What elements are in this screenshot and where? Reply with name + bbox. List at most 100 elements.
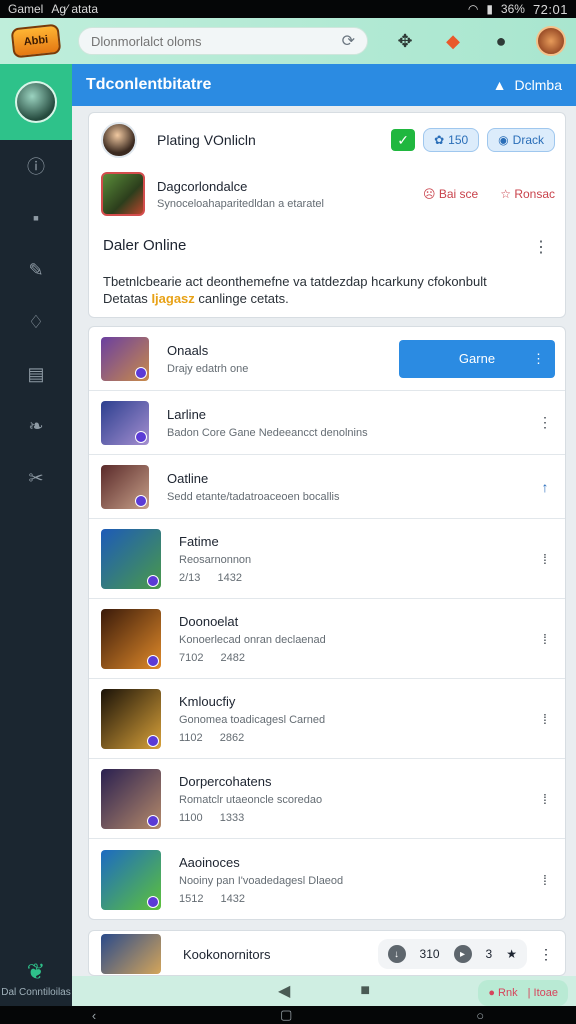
apple-icon[interactable]: ● (488, 28, 514, 54)
game-button[interactable]: Garne ⋮ (399, 339, 555, 378)
system-home-icon[interactable]: ▢ (280, 1007, 292, 1023)
library-icon[interactable]: ▤ (24, 362, 48, 386)
status-desc-prefix: Detatas (103, 291, 148, 306)
feather-icon[interactable]: ✎ (24, 258, 48, 282)
verified-badge (135, 366, 147, 379)
list-item-title: Doonoelat (179, 613, 239, 629)
list-item[interactable]: Kmloucfiy Gonomea toadicagesl Carned 110… (89, 679, 565, 759)
list-item[interactable]: Fatime Reosarnonnon 2/13 1432 ⁞ (89, 519, 565, 599)
pin-icon[interactable]: ↑ (535, 479, 555, 495)
game-button-label: Garne (458, 351, 496, 366)
more-icon[interactable]: ⁞ (535, 631, 555, 647)
shield-icon[interactable]: ◆ (440, 28, 466, 54)
controller-icon[interactable]: ✥ (392, 28, 418, 54)
list-item[interactable]: Dorpercohatens Romatclr utaeoncle scored… (89, 759, 565, 839)
search-input[interactable] (91, 33, 342, 49)
fab-left[interactable]: ● Rnk (488, 987, 517, 999)
points-pill[interactable]: ✿ 150 (423, 128, 480, 152)
clock: 72:01 (532, 1, 568, 17)
game-thumbnail (101, 768, 161, 829)
search-bar[interactable]: ⟳ (78, 27, 368, 55)
info-icon[interactable]: ⓘ (24, 154, 48, 178)
check-icon[interactable]: ✓ (391, 129, 416, 151)
star-icon[interactable]: ★ (506, 947, 517, 961)
user-avatar[interactable] (536, 26, 566, 56)
play-count: 3 (485, 947, 493, 961)
list-item-title: Onaals (167, 342, 209, 358)
list-item[interactable]: Doonoelat Konoerlecad onran declaenad 71… (89, 599, 565, 679)
person-icon: ▲ (492, 77, 507, 93)
tools-icon[interactable]: ✂ (24, 466, 48, 490)
player-row: Plating VOnlicln ✓ ✿ 150 ◉ Drack (101, 121, 555, 159)
fab-left-label: Rnk (498, 987, 518, 999)
fab-right[interactable]: | Itoae (528, 987, 558, 999)
more-icon[interactable]: ⋮ (533, 237, 549, 257)
play-icon[interactable]: ▸ (453, 945, 472, 963)
battery-label: 36% (500, 2, 525, 16)
list-item-stats: 1512 1432 (179, 893, 245, 905)
more-icon[interactable]: ⁞ (535, 551, 555, 567)
back-icon[interactable]: ◀ (278, 981, 290, 1001)
list-item-subtitle: Reosarnonnon (179, 553, 252, 566)
list-item-subtitle: Konoerlecad onran declaenad (179, 633, 326, 646)
track-icon: ◉ (498, 133, 509, 147)
points-value: 150 (448, 133, 469, 147)
list-item-title: Larline (167, 406, 207, 422)
gamepad-icon[interactable]: ♢ (24, 310, 48, 334)
raise-label: Bai sce (438, 187, 479, 201)
featured-game-title: Dagcorlondalce (157, 178, 248, 194)
player-name: Plating VOnlicln (157, 132, 256, 148)
list-item[interactable]: Aaoinoces Nooiny pan I'voadedagesl Dlaeo… (89, 839, 565, 919)
sidebar: ⓘ ▪ ✎ ♢ ▤ ❧ ✂ ❦ Dal Conntiloilas (0, 64, 72, 1006)
list-item-title: Fatime (179, 533, 219, 549)
status-desc-suffix: canlinge cetats. (198, 291, 289, 306)
refresh-icon[interactable]: ⟳ (342, 31, 355, 51)
list-item-title: Dorpercohatens (179, 773, 272, 789)
more-icon[interactable]: ⋮ (532, 351, 545, 367)
track-pill[interactable]: ◉ Drack (487, 128, 555, 152)
page-title: Tdconlentbitatre (86, 76, 212, 93)
chat-icon[interactable]: ▪ (24, 206, 48, 230)
featured-game-row[interactable]: Dagcorlondalce Synoceloahaparitedldan a … (101, 171, 555, 217)
home-icon[interactable]: ■ (360, 982, 370, 1000)
list-item-subtitle: Gonomea toadicagesl Carned (179, 713, 326, 726)
system-recents-icon[interactable]: ○ (476, 1008, 484, 1023)
sidebar-profile[interactable] (0, 64, 72, 140)
system-nav-bar: ‹ ▢ ○ (0, 1006, 576, 1024)
emoji-icon: ☹ (423, 187, 439, 201)
app-logo[interactable]: Abbi (0, 18, 72, 64)
status-bar: Gamel Ag⁄ atata ◠ ▮ 36% 72:01 (0, 0, 576, 18)
more-icon[interactable]: ⁞ (535, 791, 555, 807)
list-item-title: Kmloucfiy (179, 693, 236, 709)
more-icon[interactable]: ⁞ (535, 872, 555, 888)
rate-button[interactable]: ☆ Ronsac (500, 187, 555, 201)
more-icon[interactable]: ⋮ (535, 414, 555, 431)
star-outline-icon: ☆ (500, 187, 515, 201)
bottom-game-card[interactable]: Kookonornitors ↓ 310 ▸ 3 ★ ⋮ (88, 930, 566, 976)
header-action[interactable]: ▲ Dclmba (493, 77, 562, 93)
download-icon[interactable]: ↓ (387, 945, 406, 963)
list-item-subtitle: Badon Core Gane Nedeeancct denolnins (167, 426, 368, 439)
network-icon: ❦ (26, 959, 46, 984)
game-thumbnail (101, 464, 149, 509)
game-thumbnail (101, 850, 161, 910)
main-header: Tdconlentbitatre ▲ Dclmba (72, 64, 576, 106)
game-controls: ↓ 310 ▸ 3 ★ (377, 939, 527, 969)
more-icon[interactable]: ⁞ (535, 711, 555, 727)
player-avatar[interactable] (101, 122, 137, 158)
game-thumbnail (101, 608, 161, 669)
verified-badge (147, 814, 159, 827)
more-icon[interactable]: ⋮ (539, 946, 553, 963)
raise-button[interactable]: ☹ Bai sce (423, 187, 478, 201)
game-list: Onaals Drajy edatrh one Garne ⋮ Larline B… (88, 326, 566, 920)
list-item[interactable]: Oatline Sedd etante/tadatroaceoen bocall… (89, 455, 565, 519)
list-item[interactable]: Onaals Drajy edatrh one Garne ⋮ (89, 327, 565, 391)
floating-actions[interactable]: ● Rnk | Itoae (478, 980, 568, 1006)
featured-game-thumbnail (101, 172, 145, 216)
list-item-stats: 1100 1333 (179, 811, 245, 824)
leaf-icon[interactable]: ❧ (24, 414, 48, 438)
list-item[interactable]: Larline Badon Core Gane Nedeeancct denol… (89, 391, 565, 455)
status-title: Daler Online (103, 237, 187, 254)
sidebar-footer[interactable]: ❦ Dal Conntiloilas (0, 959, 72, 998)
system-back-icon[interactable]: ‹ (92, 1008, 96, 1023)
